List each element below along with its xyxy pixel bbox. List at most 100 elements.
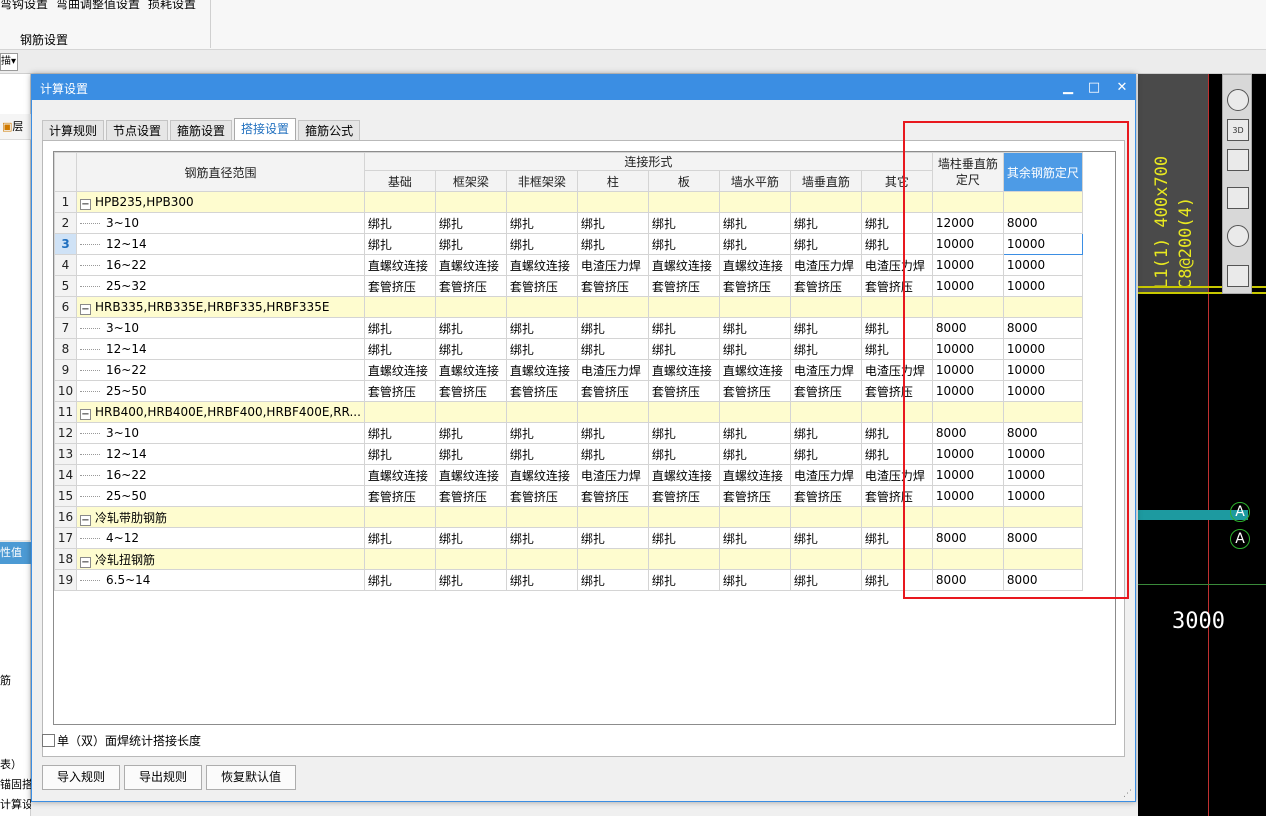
connection-cell[interactable]: 绑扎 (647, 443, 720, 465)
diameter-range-cell[interactable]: 6.5~14 (76, 569, 365, 591)
collapse-toggle-icon[interactable]: − (80, 198, 91, 210)
steel-grade-cell[interactable]: − 冷轧扭钢筋 (76, 548, 365, 570)
connection-cell[interactable]: 直螺纹连接 (505, 464, 578, 486)
collapse-toggle-icon[interactable]: − (80, 408, 91, 420)
connection-cell[interactable]: 绑扎 (434, 443, 507, 465)
connection-cell[interactable]: 绑扎 (363, 233, 436, 255)
connection-cell[interactable]: 绑扎 (789, 338, 862, 360)
steel-grade-cell[interactable]: − HRB335,HRB335E,HRBF335,HRBF335E (76, 296, 365, 318)
connection-cell[interactable]: 绑扎 (718, 527, 791, 549)
minimize-button[interactable]: ▁ (1054, 75, 1082, 100)
connection-cell[interactable]: 绑扎 (505, 569, 578, 591)
ribbon-tool-item[interactable]: 损耗设置 (148, 0, 196, 11)
connection-cell[interactable]: 电渣压力焊 (576, 254, 649, 276)
diameter-range-cell[interactable]: 12~14 (76, 338, 365, 360)
dialog-titlebar[interactable]: 计算设置 ▁ □ ✕ (32, 75, 1135, 100)
connection-cell[interactable]: 绑扎 (434, 569, 507, 591)
tab-1[interactable]: 计算规则 (42, 120, 105, 141)
connection-cell[interactable]: 套管挤压 (576, 485, 649, 507)
connection-cell[interactable]: 直螺纹连接 (505, 254, 578, 276)
connection-cell[interactable]: 直螺纹连接 (434, 359, 507, 381)
connection-cell[interactable]: 直螺纹连接 (647, 254, 720, 276)
diameter-range-cell[interactable]: 3~10 (76, 422, 365, 444)
connection-cell[interactable]: 绑扎 (647, 212, 720, 234)
connection-cell[interactable]: 绑扎 (505, 338, 578, 360)
tab-4[interactable]: 搭接设置 (234, 118, 297, 141)
connection-cell[interactable]: 直螺纹连接 (363, 464, 436, 486)
connection-cell[interactable]: 绑扎 (789, 212, 862, 234)
connection-cell[interactable]: 绑扎 (434, 422, 507, 444)
ribbon-tool-item[interactable]: 弯曲调整值设置 (56, 0, 140, 11)
connection-cell[interactable]: 套管挤压 (718, 485, 791, 507)
tab-3[interactable]: 箍筋设置 (170, 120, 233, 141)
connection-cell[interactable]: 绑扎 (789, 569, 862, 591)
connection-cell[interactable]: 直螺纹连接 (505, 359, 578, 381)
export-rules-button[interactable]: 导出规则 (124, 765, 203, 790)
connection-cell[interactable]: 绑扎 (505, 422, 578, 444)
connection-cell[interactable]: 套管挤压 (718, 275, 791, 297)
connection-cell[interactable]: 绑扎 (363, 443, 436, 465)
connection-cell[interactable]: 绑扎 (576, 443, 649, 465)
connection-cell[interactable]: 套管挤压 (363, 485, 436, 507)
connection-cell[interactable]: 绑扎 (363, 527, 436, 549)
tab-2[interactable]: 节点设置 (106, 120, 169, 141)
connection-cell[interactable]: 绑扎 (434, 317, 507, 339)
connection-cell[interactable]: 绑扎 (647, 317, 720, 339)
steel-grade-cell[interactable]: − HRB400,HRB400E,HRBF400,HRBF400E,RR... (76, 401, 365, 423)
connection-cell[interactable]: 电渣压力焊 (789, 464, 862, 486)
connection-cell[interactable]: 绑扎 (718, 422, 791, 444)
connection-cell[interactable]: 绑扎 (789, 527, 862, 549)
connection-cell[interactable]: 绑扎 (576, 569, 649, 591)
connection-cell[interactable]: 绑扎 (363, 569, 436, 591)
left-panel-header[interactable]: ▣层 (0, 114, 31, 140)
weld-length-checkbox[interactable] (42, 734, 55, 747)
connection-cell[interactable]: 套管挤压 (434, 485, 507, 507)
connection-cell[interactable]: 绑扎 (363, 422, 436, 444)
maximize-button[interactable]: □ (1080, 75, 1108, 100)
diameter-range-cell[interactable]: 12~14 (76, 443, 365, 465)
view-3d-icon[interactable]: 3D (1227, 119, 1249, 141)
mini-combo-box[interactable]: 描▾ (0, 53, 18, 71)
connection-cell[interactable]: 绑扎 (505, 233, 578, 255)
connection-cell[interactable]: 绑扎 (434, 527, 507, 549)
connection-cell[interactable]: 绑扎 (505, 212, 578, 234)
connection-cell[interactable]: 绑扎 (789, 422, 862, 444)
connection-cell[interactable]: 电渣压力焊 (789, 254, 862, 276)
restore-defaults-button[interactable]: 恢复默认值 (206, 765, 297, 790)
connection-cell[interactable]: 绑扎 (647, 527, 720, 549)
connection-cell[interactable]: 绑扎 (576, 527, 649, 549)
connection-cell[interactable]: 绑扎 (718, 233, 791, 255)
diameter-range-cell[interactable]: 16~22 (76, 464, 365, 486)
connection-cell[interactable]: 直螺纹连接 (434, 464, 507, 486)
connection-cell[interactable]: 绑扎 (363, 317, 436, 339)
connection-cell[interactable]: 电渣压力焊 (789, 359, 862, 381)
connection-cell[interactable]: 套管挤压 (505, 275, 578, 297)
connection-cell[interactable]: 电渣压力焊 (576, 464, 649, 486)
connection-cell[interactable]: 套管挤压 (576, 275, 649, 297)
import-rules-button[interactable]: 导入规则 (42, 765, 121, 790)
orbit-icon[interactable] (1227, 89, 1249, 111)
connection-cell[interactable]: 直螺纹连接 (718, 254, 791, 276)
diameter-range-cell[interactable]: 25~50 (76, 485, 365, 507)
connection-cell[interactable]: 套管挤压 (363, 380, 436, 402)
connection-cell[interactable]: 绑扎 (363, 212, 436, 234)
connection-cell[interactable]: 直螺纹连接 (718, 464, 791, 486)
rotate-icon[interactable] (1227, 225, 1249, 247)
connection-cell[interactable]: 套管挤压 (718, 380, 791, 402)
ribbon-tool-item[interactable]: 弯钩设置 (0, 0, 48, 11)
connection-cell[interactable]: 绑扎 (789, 233, 862, 255)
resize-grip-icon[interactable]: ⋰ (1123, 789, 1133, 799)
connection-cell[interactable]: 绑扎 (576, 233, 649, 255)
connection-cell[interactable]: 套管挤压 (789, 380, 862, 402)
steel-grade-cell[interactable]: − HPB235,HPB300 (76, 191, 365, 213)
box-view-icon[interactable] (1227, 187, 1249, 209)
connection-cell[interactable]: 直螺纹连接 (363, 254, 436, 276)
connection-cell[interactable]: 绑扎 (434, 233, 507, 255)
diameter-range-cell[interactable]: 25~50 (76, 380, 365, 402)
connection-cell[interactable]: 直螺纹连接 (718, 359, 791, 381)
connection-cell[interactable]: 绑扎 (718, 317, 791, 339)
connection-cell[interactable]: 套管挤压 (576, 380, 649, 402)
connection-cell[interactable]: 绑扎 (718, 212, 791, 234)
collapse-toggle-icon[interactable]: − (80, 556, 91, 568)
cube-view-icon[interactable] (1227, 149, 1249, 171)
